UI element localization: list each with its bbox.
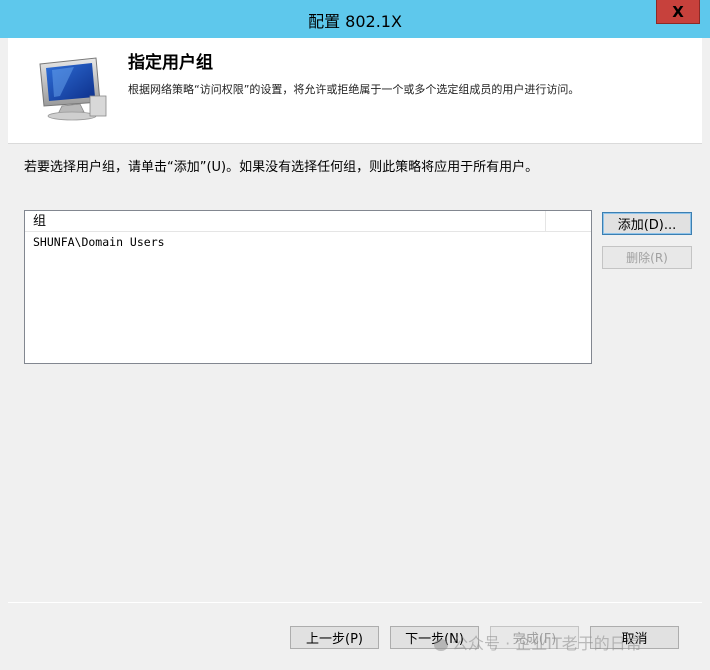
- column-header-group[interactable]: 组: [25, 211, 546, 232]
- dialog-window: 配置 802.1X X 指定用户组 根据网络策略“访问权限”的设置，将允许或拒绝…: [0, 0, 710, 670]
- close-button[interactable]: X: [656, 0, 700, 24]
- column-header-filler: [546, 211, 591, 232]
- banner-title: 指定用户组: [128, 53, 213, 73]
- window-title: 配置 802.1X: [308, 12, 402, 31]
- header-banner: 指定用户组 根据网络策略“访问权限”的设置，将允许或拒绝属于一个或多个选定组成员…: [8, 38, 702, 144]
- finish-button[interactable]: 完成(F): [490, 626, 579, 649]
- cancel-button[interactable]: 取消: [590, 626, 679, 649]
- title-bar[interactable]: 配置 802.1X X: [0, 0, 710, 38]
- list-item[interactable]: SHUNFA\Domain Users: [33, 235, 165, 249]
- remove-button[interactable]: 删除(R): [602, 246, 692, 269]
- instruction-text: 若要选择用户组，请单击“添加”(U)。如果没有选择任何组，则此策略将应用于所有用…: [24, 160, 539, 175]
- computer-monitor-icon: [39, 57, 107, 121]
- add-button[interactable]: 添加(D)...: [602, 212, 692, 235]
- back-button[interactable]: 上一步(P): [290, 626, 379, 649]
- close-icon: X: [672, 2, 684, 21]
- dialog-client-area: 指定用户组 根据网络策略“访问权限”的设置，将允许或拒绝属于一个或多个选定组成员…: [8, 38, 702, 662]
- footer-divider: [8, 602, 702, 603]
- banner-description: 根据网络策略“访问权限”的设置，将允许或拒绝属于一个或多个选定组成员的用户进行访…: [128, 83, 580, 96]
- group-listbox[interactable]: 组 SHUNFA\Domain Users: [24, 210, 592, 364]
- next-button[interactable]: 下一步(N): [390, 626, 479, 649]
